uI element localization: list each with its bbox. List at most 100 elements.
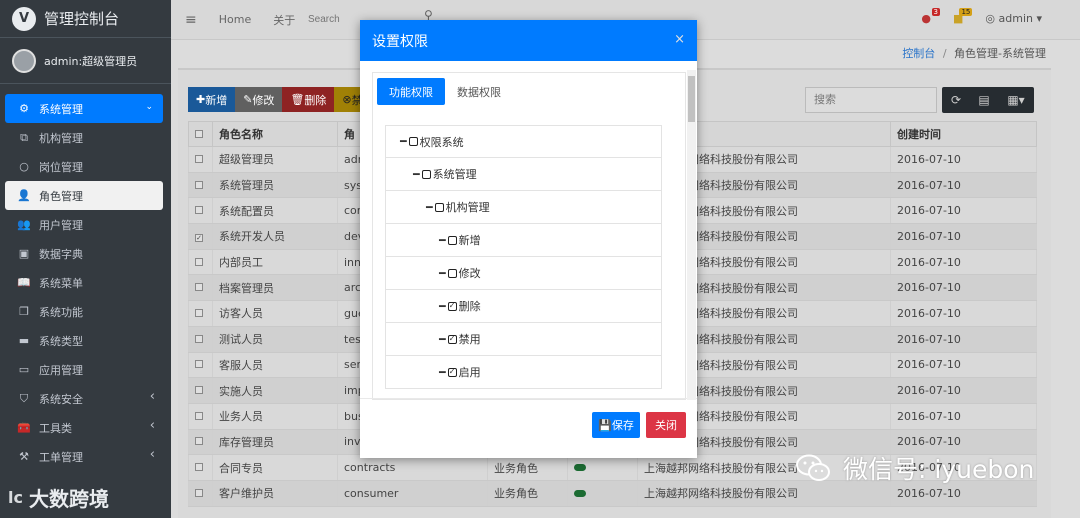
nav-home-link[interactable]: Home xyxy=(219,13,251,26)
book-icon: ▣ xyxy=(18,247,30,260)
tree-expand-icon[interactable]: ━ xyxy=(400,135,407,148)
tab-function-permission[interactable]: 功能权限 xyxy=(377,78,445,105)
toolbox-icon: 🧰 xyxy=(17,421,31,434)
tree-checkbox[interactable]: ✓ xyxy=(447,367,457,377)
modal-close-icon[interactable]: × xyxy=(674,32,685,47)
sidebar-item-5[interactable]: ▣ 数据字典 xyxy=(0,239,171,268)
row-checkbox[interactable] xyxy=(195,308,203,317)
modal-scrollbar[interactable] xyxy=(687,70,696,400)
cell-widget xyxy=(188,300,213,327)
tree-expand-icon[interactable]: ━ xyxy=(439,366,446,379)
select-all-checkbox[interactable] xyxy=(195,129,203,138)
row-checkbox[interactable] xyxy=(195,154,203,163)
status-toggle[interactable] xyxy=(574,464,586,472)
sidebar-item-7[interactable]: ❐ 系统功能 xyxy=(0,297,171,326)
sidebar-item-label: 系统管理 xyxy=(39,102,83,116)
delete-button[interactable]: 🗑 删除 xyxy=(282,87,335,112)
tree-node[interactable]: ━ ✓ 禁用 xyxy=(385,323,662,356)
chevron-left-icon: ‹ xyxy=(149,447,155,462)
tree-checkbox[interactable] xyxy=(434,202,444,212)
cell-created: 2016-07-10 xyxy=(890,146,1037,173)
messages-icon[interactable]: ● 3 xyxy=(921,8,940,25)
cell-created: 2016-07-10 xyxy=(890,300,1037,327)
columns-icon[interactable]: ▦▾ xyxy=(998,87,1034,113)
tree-node[interactable]: ━ 新增 xyxy=(385,224,662,257)
row-checkbox[interactable] xyxy=(195,257,203,266)
sidebar-item-10[interactable]: ⛉ 系统安全 ‹ xyxy=(0,384,171,413)
cell-widget xyxy=(188,274,213,302)
sidebar-item-9[interactable]: ▭ 应用管理 xyxy=(0,355,171,384)
refresh-icon[interactable]: ⟳ xyxy=(942,87,970,113)
row-checkbox[interactable] xyxy=(195,360,203,369)
tree-checkbox[interactable] xyxy=(421,169,431,179)
tree-expand-icon[interactable]: ━ xyxy=(439,333,446,346)
tree-node-label: 启用 xyxy=(458,366,481,379)
sidebar-item-0[interactable]: ⚙ 系统管理 ⌄ xyxy=(5,94,163,123)
tree-node[interactable]: ━ 权限系统 xyxy=(385,125,662,158)
header-created[interactable]: 创建时间 xyxy=(890,121,1037,147)
save-button[interactable]: 💾 保存 xyxy=(592,412,640,438)
chevron-left-icon: ‹ xyxy=(149,418,155,433)
sidebar-item-3[interactable]: 👤 角色管理 xyxy=(5,181,163,210)
tree-checkbox[interactable]: ✓ xyxy=(447,301,457,311)
sidebar-item-1[interactable]: ⧉ 机构管理 xyxy=(0,123,171,152)
sidebar-item-label: 系统安全 xyxy=(39,392,83,406)
cell-role-name: 合同专员 xyxy=(212,454,338,481)
sidebar-item-label: 角色管理 xyxy=(39,189,83,203)
sidebar-item-8[interactable]: ▬ 系统类型 xyxy=(0,326,171,355)
tree-node[interactable]: ━ ✓ 启用 xyxy=(385,356,662,389)
tree-checkbox[interactable] xyxy=(447,268,457,278)
row-checkbox[interactable] xyxy=(195,488,203,497)
sidebar-item-6[interactable]: 📖 系统菜单 xyxy=(0,268,171,297)
tree-node[interactable]: ━ 机构管理 xyxy=(385,191,662,224)
tree-expand-icon[interactable]: ━ xyxy=(426,201,433,214)
user-menu[interactable]: ◎ admin ▾ xyxy=(985,12,1042,25)
watermark-right-text: 微信号: iyuebon xyxy=(843,455,1035,484)
nav-about-link[interactable]: 关于 xyxy=(273,12,295,28)
breadcrumb-root[interactable]: 控制台 xyxy=(902,47,935,60)
tree-node[interactable]: ━ 修改 xyxy=(385,257,662,290)
tree-expand-icon[interactable]: ━ xyxy=(439,300,446,313)
tree-expand-icon[interactable]: ━ xyxy=(413,168,420,181)
notifications-icon[interactable]: ■ 15 xyxy=(953,8,973,25)
tree-checkbox[interactable] xyxy=(408,137,418,146)
table-search-input[interactable]: 搜索 xyxy=(805,87,937,113)
row-checkbox[interactable] xyxy=(195,463,203,472)
scrollbar-thumb[interactable] xyxy=(688,76,695,122)
row-checkbox[interactable] xyxy=(195,206,203,215)
sidebar-item-label: 系统功能 xyxy=(39,305,83,319)
row-checkbox[interactable] xyxy=(195,411,203,420)
edit-button[interactable]: ✎ 修改 xyxy=(235,87,283,112)
header-role-name[interactable]: 角色名称 xyxy=(212,121,338,147)
tab-data-permission[interactable]: 数据权限 xyxy=(445,78,513,105)
tree-checkbox[interactable] xyxy=(447,235,457,245)
sidebar-item-4[interactable]: 👥 用户管理 xyxy=(0,210,171,239)
sidebar-item-11[interactable]: 🧰 工具类 ‹ xyxy=(0,413,171,442)
status-toggle[interactable] xyxy=(574,489,586,497)
row-checkbox[interactable] xyxy=(195,334,203,343)
cell-widget xyxy=(567,454,638,481)
tree-expand-icon[interactable]: ━ xyxy=(439,267,446,280)
tree-checkbox[interactable]: ✓ xyxy=(447,334,457,344)
tree-expand-icon[interactable]: ━ xyxy=(439,234,446,247)
row-checkbox[interactable] xyxy=(195,386,203,395)
row-checkbox[interactable]: ✓ xyxy=(195,233,203,242)
toggle-view-icon[interactable]: ▤ xyxy=(970,87,998,113)
sidebar-item-12[interactable]: ⚒ 工单管理 ‹ xyxy=(0,442,171,471)
tree-node-label: 禁用 xyxy=(458,333,481,346)
select-all-header[interactable] xyxy=(188,121,213,147)
row-checkbox[interactable] xyxy=(195,437,203,446)
add-button[interactable]: ✚ 新增 xyxy=(188,87,236,112)
row-checkbox[interactable] xyxy=(195,283,203,292)
close-button[interactable]: 关闭 xyxy=(646,412,686,438)
sidebar-item-2[interactable]: ○ 岗位管理 xyxy=(0,152,171,181)
user-panel[interactable]: admin:超级管理员 xyxy=(0,38,171,84)
notifications-badge: 15 xyxy=(959,8,973,16)
brand[interactable]: V 管理控制台 xyxy=(0,0,171,38)
row-checkbox[interactable] xyxy=(195,180,203,189)
tree-node[interactable]: ━ ✓ 删除 xyxy=(385,290,662,323)
cell-created: 2016-07-10 xyxy=(890,197,1037,225)
users-icon: 👥 xyxy=(17,218,31,231)
hamburger-menu-icon[interactable]: ≡ xyxy=(185,12,197,28)
tree-node[interactable]: ━ 系统管理 xyxy=(385,158,662,191)
